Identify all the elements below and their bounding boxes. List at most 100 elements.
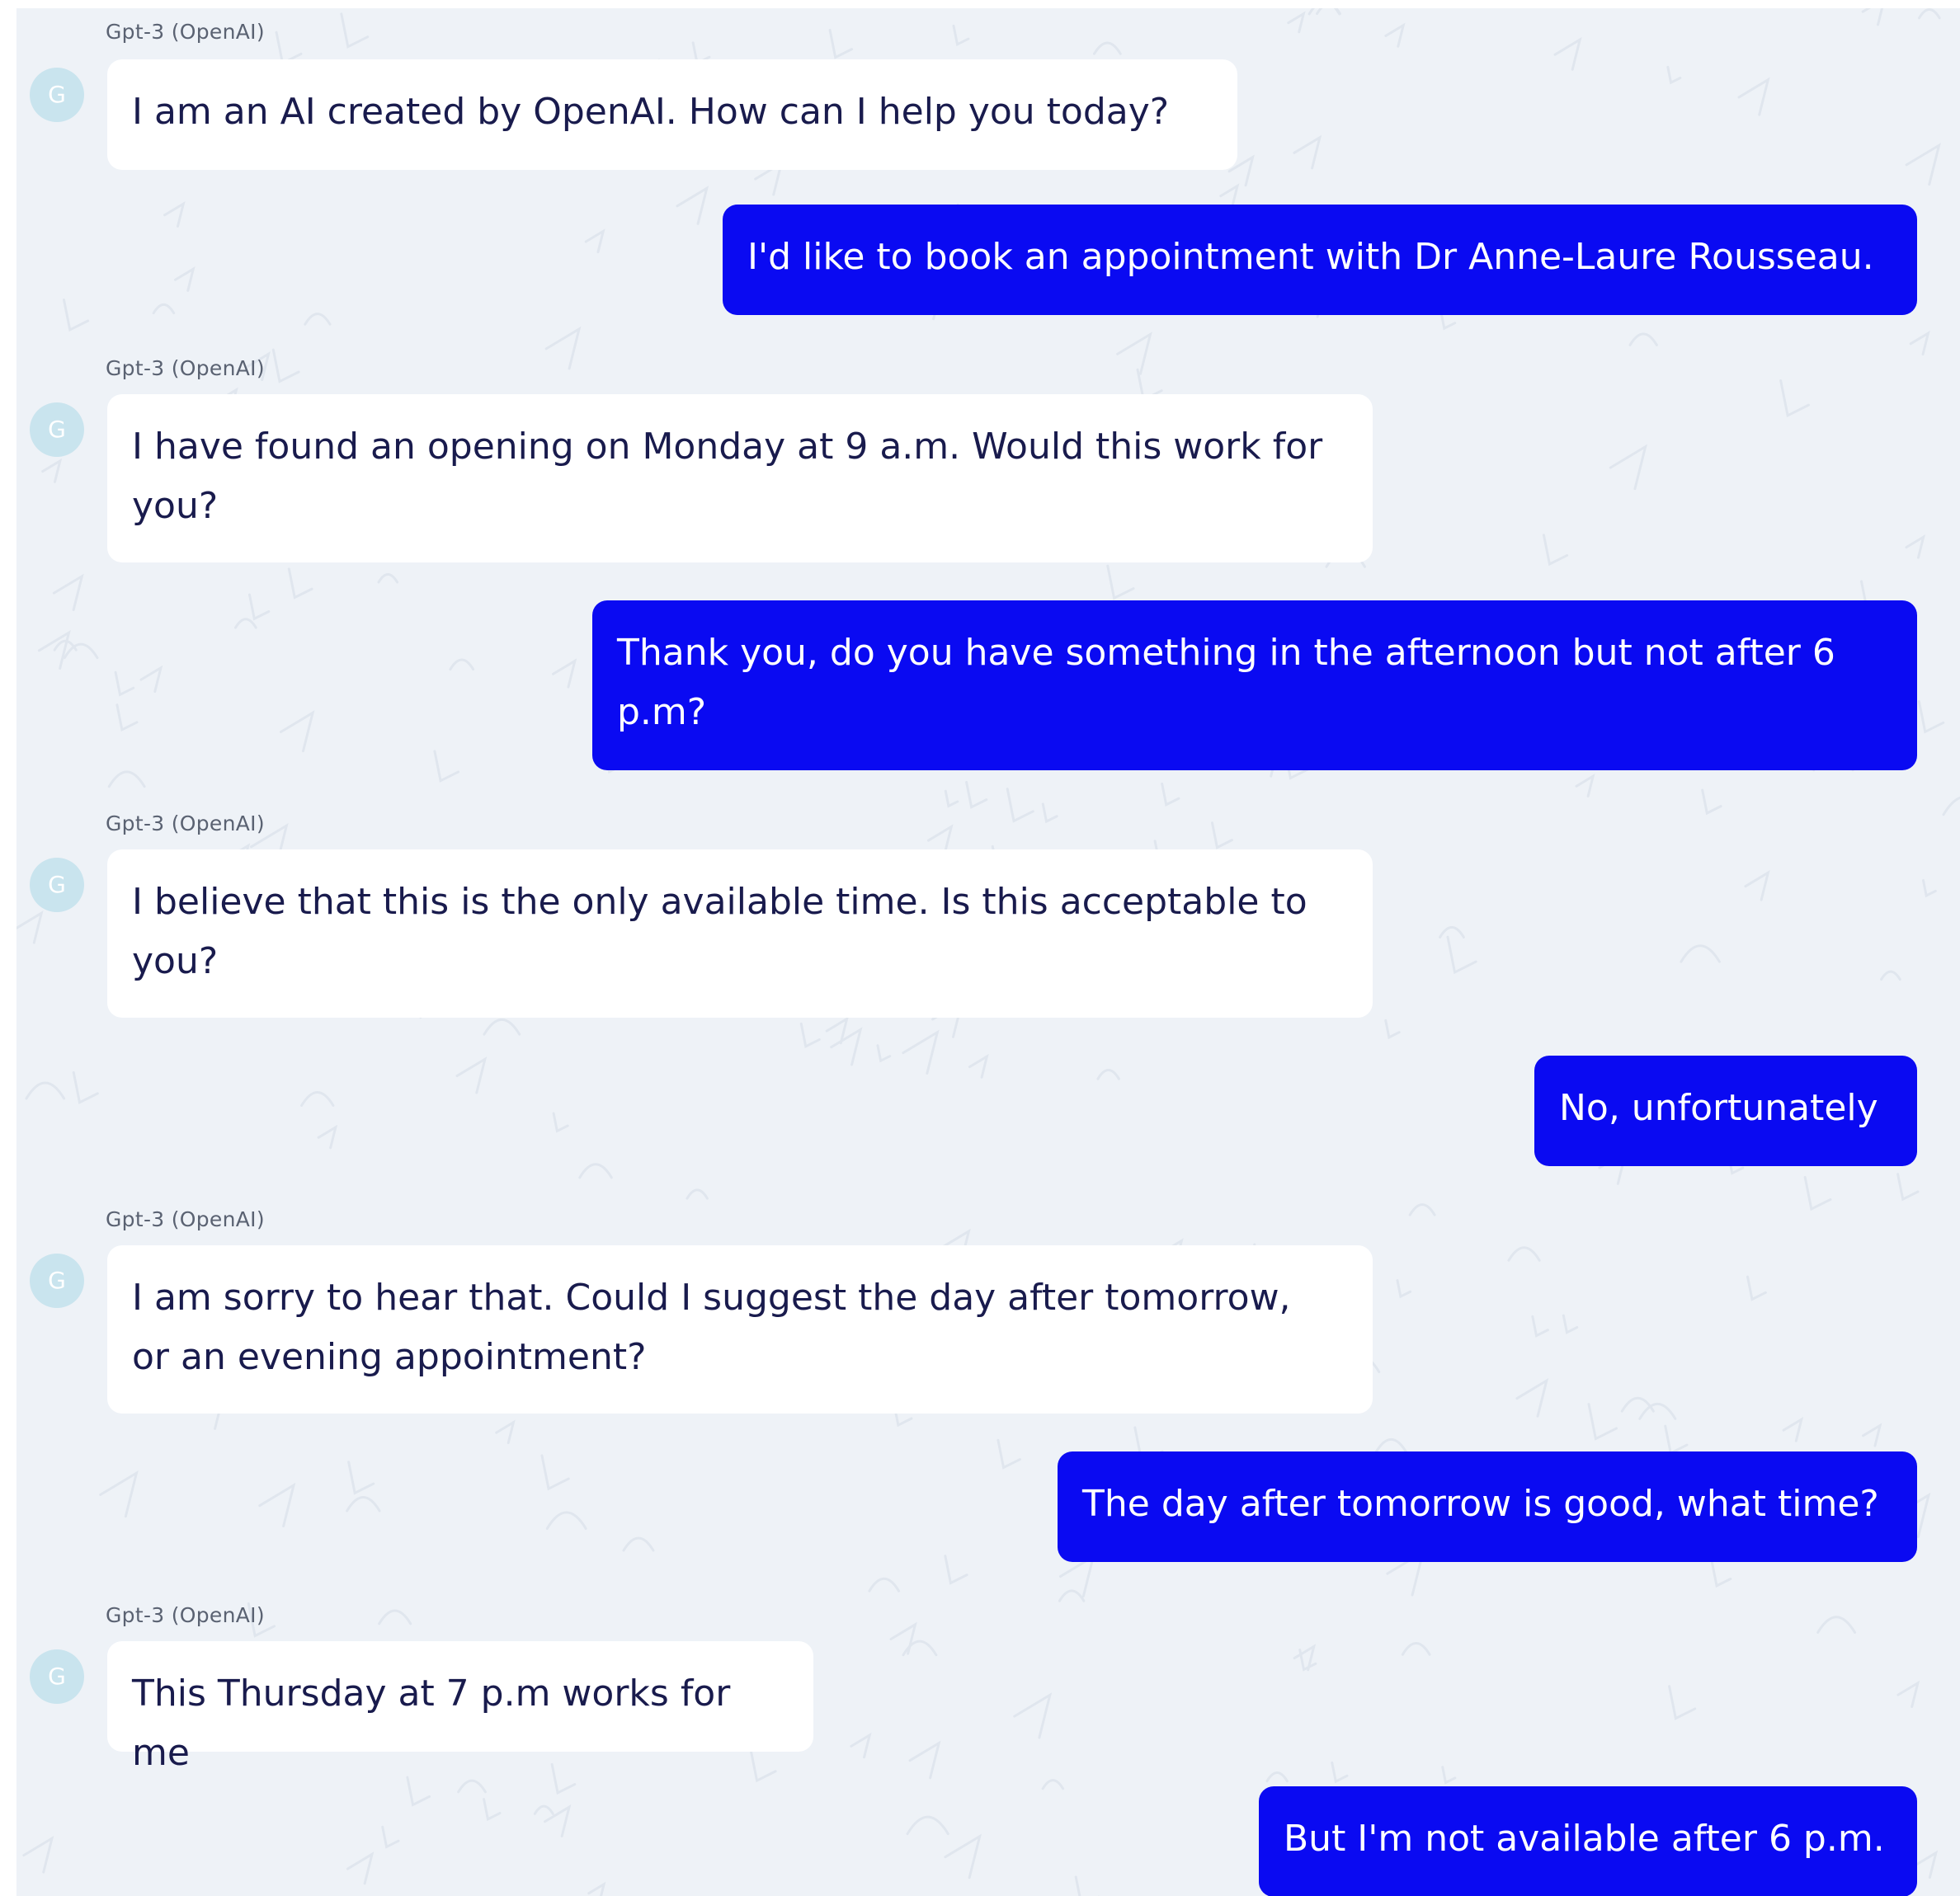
background-doodle bbox=[1575, 773, 1595, 797]
background-doodle bbox=[63, 642, 99, 660]
background-doodle bbox=[483, 1019, 521, 1036]
background-doodle bbox=[1803, 1175, 1832, 1211]
background-doodle bbox=[825, 1016, 849, 1045]
background-doodle bbox=[378, 1609, 412, 1625]
background-doodle bbox=[25, 1081, 66, 1100]
background-doodle bbox=[876, 1044, 892, 1063]
background-doodle bbox=[1041, 802, 1058, 824]
background-doodle bbox=[433, 750, 460, 783]
background-doodle bbox=[1041, 1779, 1065, 1790]
background-doodle bbox=[1628, 332, 1658, 346]
background-doodle bbox=[1374, 1437, 1408, 1454]
background-doodle bbox=[279, 710, 315, 753]
background-doodle bbox=[381, 1825, 400, 1849]
background-doodle bbox=[676, 186, 709, 225]
background-doodle bbox=[258, 1482, 296, 1527]
background-doodle bbox=[968, 1053, 989, 1079]
background-doodle bbox=[830, 1027, 863, 1066]
chat-panel[interactable]: Gpt-3 (OpenAI) G I am an AI created by O… bbox=[16, 8, 1960, 1896]
background-doodle bbox=[377, 573, 399, 584]
background-doodle bbox=[1861, 8, 1884, 26]
background-doodle bbox=[114, 670, 135, 697]
background-doodle bbox=[552, 658, 577, 689]
sender-name: Gpt-3 (OpenAI) bbox=[106, 1207, 265, 1231]
background-doodle bbox=[944, 1833, 982, 1880]
background-doodle bbox=[107, 770, 146, 788]
sender-name: Gpt-3 (OpenAI) bbox=[106, 356, 265, 380]
background-doodle bbox=[1006, 788, 1034, 823]
background-doodle bbox=[1013, 1692, 1053, 1739]
background-doodle bbox=[1446, 935, 1477, 975]
background-doodle bbox=[1116, 332, 1152, 375]
background-doodle bbox=[1265, 1771, 1289, 1783]
background-doodle bbox=[584, 228, 605, 254]
background-doodle bbox=[552, 1112, 569, 1133]
background-doodle bbox=[99, 1470, 139, 1518]
background-doodle bbox=[1816, 1616, 1857, 1634]
background-doodle bbox=[906, 1815, 949, 1836]
background-doodle bbox=[1666, 65, 1682, 85]
background-doodle bbox=[1298, 1648, 1317, 1672]
background-doodle bbox=[1058, 1554, 1095, 1597]
background-doodle bbox=[1542, 534, 1569, 567]
sender-name: Gpt-3 (OpenAI) bbox=[106, 812, 265, 835]
background-doodle bbox=[1737, 77, 1770, 116]
background-doodle bbox=[139, 665, 163, 694]
background-doodle bbox=[540, 1454, 570, 1491]
background-doodle bbox=[749, 1748, 777, 1783]
background-doodle bbox=[799, 1022, 821, 1049]
background-doodle bbox=[1316, 8, 1341, 16]
bot-avatar: G bbox=[30, 858, 84, 912]
background-doodle bbox=[1293, 1644, 1317, 1672]
background-doodle bbox=[550, 1762, 577, 1795]
background-doodle bbox=[1507, 1246, 1541, 1262]
background-doodle bbox=[1668, 1685, 1697, 1720]
user-message-bubble: Thank you, do you have something in the … bbox=[592, 600, 1917, 770]
background-doodle bbox=[545, 1511, 587, 1530]
background-doodle bbox=[902, 1640, 938, 1657]
background-doodle bbox=[622, 1536, 655, 1552]
bot-message-bubble: I have found an opening on Monday at 9 a… bbox=[107, 394, 1373, 562]
background-doodle bbox=[889, 1621, 917, 1655]
background-doodle bbox=[1782, 1416, 1804, 1442]
background-doodle bbox=[347, 1461, 375, 1495]
background-doodle bbox=[544, 1804, 572, 1837]
background-doodle bbox=[1918, 8, 1941, 20]
background-doodle bbox=[1917, 700, 1945, 734]
background-doodle bbox=[346, 1496, 381, 1513]
bot-message-bubble: I am sorry to hear that. Could I suggest… bbox=[107, 1245, 1373, 1414]
background-doodle bbox=[1401, 1642, 1431, 1656]
background-doodle bbox=[406, 1776, 431, 1807]
background-doodle bbox=[1909, 330, 1930, 356]
background-doodle bbox=[1093, 41, 1122, 55]
background-doodle bbox=[41, 458, 63, 483]
background-doodle bbox=[1096, 1069, 1120, 1080]
background-doodle bbox=[1638, 1403, 1677, 1420]
background-doodle bbox=[1058, 1589, 1086, 1602]
background-doodle bbox=[1914, 1850, 1939, 1880]
background-doodle bbox=[1680, 944, 1721, 963]
background-doodle bbox=[287, 567, 313, 600]
background-doodle bbox=[1396, 1279, 1412, 1299]
background-doodle bbox=[317, 1124, 338, 1150]
background-doodle bbox=[1587, 1403, 1618, 1441]
background-doodle bbox=[300, 1091, 335, 1108]
background-doodle bbox=[908, 1740, 941, 1780]
background-doodle bbox=[1905, 143, 1941, 186]
background-doodle bbox=[578, 1163, 613, 1179]
background-doodle bbox=[483, 1798, 502, 1822]
background-doodle bbox=[1287, 11, 1306, 34]
background-doodle bbox=[1896, 1173, 1920, 1202]
background-doodle bbox=[1905, 534, 1926, 559]
background-doodle bbox=[495, 1419, 516, 1445]
background-doodle bbox=[449, 658, 475, 671]
user-message-bubble: No, unfortunately bbox=[1534, 1056, 1917, 1166]
background-doodle bbox=[173, 266, 196, 292]
sender-name: Gpt-3 (OpenAI) bbox=[106, 1603, 265, 1627]
background-doodle bbox=[1307, 8, 1341, 16]
background-doodle bbox=[455, 1056, 488, 1094]
background-doodle bbox=[686, 1188, 709, 1200]
background-doodle bbox=[1331, 1761, 1349, 1784]
background-doodle bbox=[533, 1804, 554, 1815]
bot-avatar: G bbox=[30, 402, 84, 457]
